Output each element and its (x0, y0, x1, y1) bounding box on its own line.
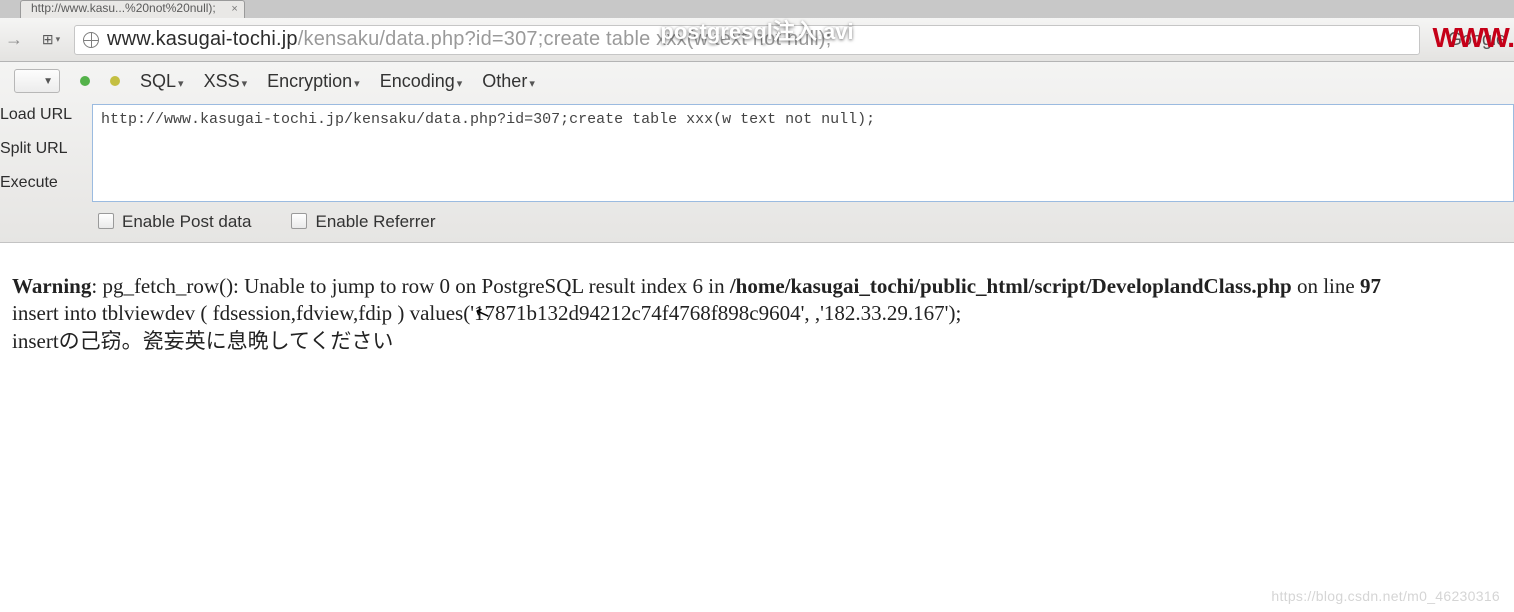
menu-encryption-label: Encryption (267, 71, 352, 91)
warning-online: on line (1292, 274, 1360, 298)
warning-text: : pg_fetch_row(): Unable to jump to row … (91, 274, 729, 298)
omnibox[interactable]: www.kasugai-tochi.jp/kensaku/data.php?id… (74, 25, 1420, 55)
tab-title: http://www.kasu...%20not%20null); (31, 1, 216, 15)
warning-line-number: 97 (1360, 274, 1381, 298)
page-content: Warning: pg_fetch_row(): Unable to jump … (0, 243, 1514, 365)
menu-other-label: Other (482, 71, 527, 91)
forward-arrow-icon[interactable]: → (0, 26, 28, 54)
browser-tab[interactable]: http://www.kasu...%20not%20null); × (20, 0, 245, 18)
enable-post-checkbox[interactable]: Enable Post data (98, 212, 251, 232)
menu-sql[interactable]: SQL▾ (140, 71, 184, 92)
warning-label: Warning (12, 274, 91, 298)
menu-encoding[interactable]: Encoding▾ (380, 71, 463, 92)
hackbar-options: Enable Post data Enable Referrer (0, 208, 1514, 242)
warning-path: /home/kasugai_tochi/public_html/script/D… (730, 274, 1292, 298)
hackbar-dropdown[interactable] (14, 69, 60, 93)
menu-encoding-label: Encoding (380, 71, 455, 91)
hackbar-side-actions: Load URL Split URL Execute (0, 100, 92, 208)
url-path: /kensaku/data.php?id=307;create table xx… (298, 28, 832, 50)
split-url-button[interactable]: Split URL (0, 140, 92, 158)
url-text: www.kasugai-tochi.jp/kensaku/data.php?id… (107, 28, 832, 51)
app-menu-icon[interactable]: ⊞ (36, 26, 66, 54)
menu-other[interactable]: Other▾ (482, 71, 535, 92)
sql-insert-line: insert into tblviewdev ( fdsession,fdvie… (12, 300, 1502, 327)
menu-encryption[interactable]: Encryption▾ (267, 71, 360, 92)
globe-icon (83, 32, 99, 48)
hackbar-url-input[interactable] (92, 104, 1514, 202)
php-warning-line: Warning: pg_fetch_row(): Unable to jump … (12, 273, 1502, 300)
japanese-message-line: insertの己窃。瓷妄英に息晩してください (12, 328, 1502, 355)
checkbox-icon (98, 213, 114, 229)
browser-tabstrip: http://www.kasu...%20not%20null); × (0, 0, 1514, 18)
enable-referrer-label: Enable Referrer (315, 212, 435, 231)
menu-xss[interactable]: XSS▾ (204, 71, 248, 92)
enable-post-label: Enable Post data (122, 212, 251, 231)
checkbox-icon (291, 213, 307, 229)
menu-xss-label: XSS (204, 71, 240, 91)
enable-referrer-checkbox[interactable]: Enable Referrer (291, 212, 435, 232)
hackbar-panel: SQL▾ XSS▾ Encryption▾ Encoding▾ Other▾ L… (0, 62, 1514, 243)
load-url-button[interactable]: Load URL (0, 106, 92, 124)
www-watermark: WWW. (1432, 22, 1514, 54)
status-dot-yellow-icon[interactable] (110, 76, 120, 86)
address-bar-row: → ⊞ www.kasugai-tochi.jp/kensaku/data.ph… (0, 18, 1514, 62)
url-host: www.kasugai-tochi.jp (107, 28, 298, 50)
execute-button[interactable]: Execute (0, 174, 92, 192)
status-dot-green-icon[interactable] (80, 76, 90, 86)
hackbar-menu: SQL▾ XSS▾ Encryption▾ Encoding▾ Other▾ (0, 62, 1514, 100)
menu-sql-label: SQL (140, 71, 176, 91)
csdn-watermark: https://blog.csdn.net/m0_46230316 (1271, 588, 1500, 604)
close-icon[interactable]: × (231, 2, 237, 17)
